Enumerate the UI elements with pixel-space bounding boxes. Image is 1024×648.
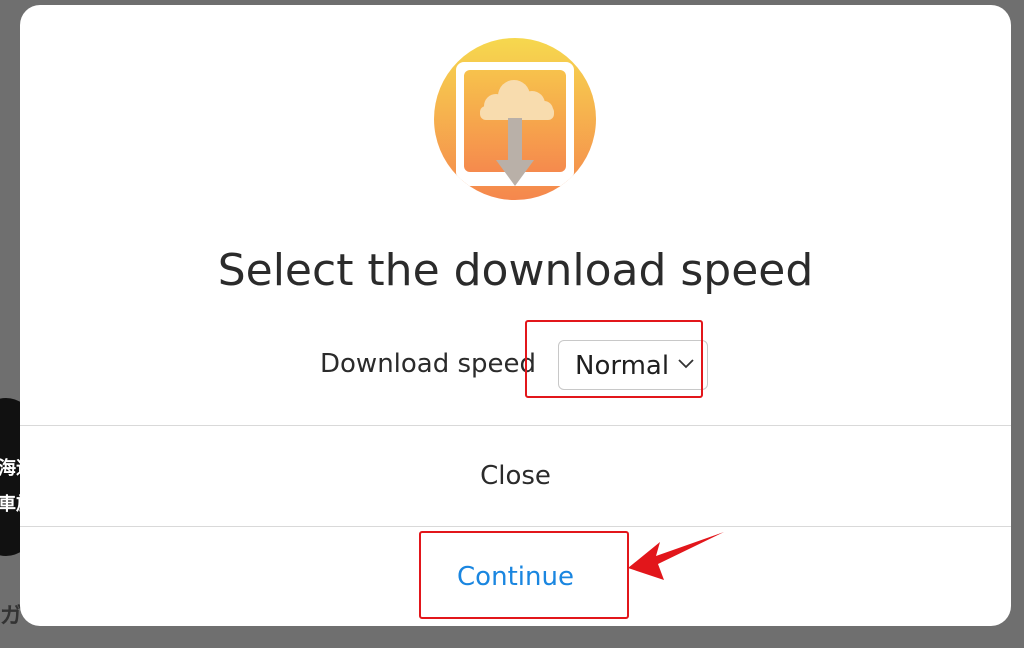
continue-button-highlight	[419, 531, 629, 619]
background-text: ガ	[0, 604, 23, 629]
close-button[interactable]: Close	[20, 426, 1011, 526]
download-speed-label: Download speed	[320, 349, 537, 379]
app-icon	[434, 38, 596, 200]
pointer-arrow-icon	[628, 532, 724, 580]
dialog-title: Select the download speed	[217, 245, 814, 296]
speed-select-highlight	[525, 320, 703, 398]
